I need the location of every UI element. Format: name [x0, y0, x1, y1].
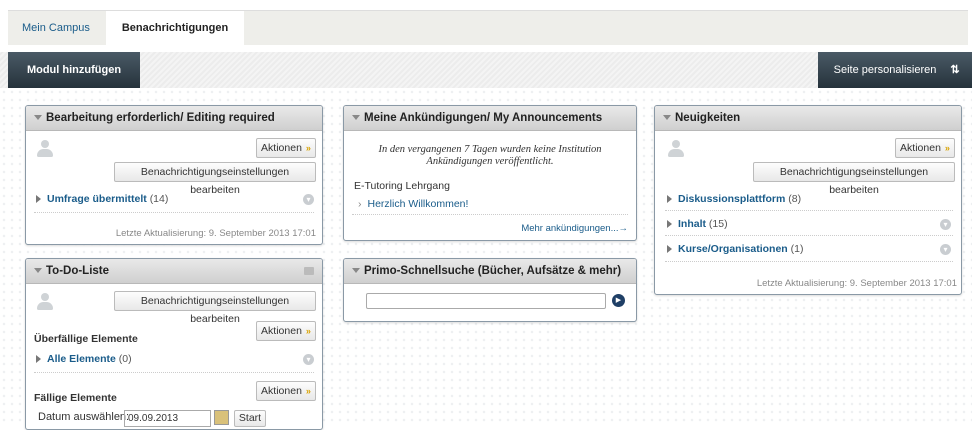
- item-count: (1): [790, 243, 804, 255]
- expand-icon[interactable]: [667, 195, 672, 204]
- module-title: Bearbeitung erforderlich/ Editing requir…: [46, 112, 275, 124]
- divider: [665, 210, 953, 211]
- expand-icon[interactable]: [667, 245, 672, 254]
- item-link[interactable]: Kurse/Organisationen: [678, 243, 788, 255]
- list-item[interactable]: Alle Elemente (0): [36, 353, 132, 365]
- actions-button[interactable]: Aktionen»: [256, 321, 316, 341]
- actions-label: Aktionen: [261, 325, 302, 337]
- notification-settings-button[interactable]: Benachrichtigungseinstellungen bearbeite…: [114, 291, 316, 325]
- module-todo-list: To-Do-Liste Benachrichtigungseinstellung…: [25, 258, 323, 430]
- chevron-right-icon: ›: [358, 198, 362, 210]
- page-toolbar: Modul hinzufügen Seite personalisieren ⇅: [0, 52, 972, 88]
- tab-strip: Mein Campus Benachrichtigungen: [8, 10, 968, 45]
- item-count: (15): [708, 218, 728, 230]
- actions-button[interactable]: Aktionen»: [895, 138, 955, 158]
- announcement-item[interactable]: › Herzlich Willkommen!: [358, 198, 468, 210]
- item-count: (14): [149, 193, 169, 205]
- add-module-button[interactable]: Modul hinzufügen: [8, 52, 140, 88]
- chevron-down-icon: »: [305, 326, 311, 336]
- module-header[interactable]: Primo-Schnellsuche (Bücher, Aufsätze & m…: [344, 259, 636, 284]
- no-announcements-note: In den vergangenen 7 Tagen wurden keine …: [378, 144, 602, 167]
- collapse-icon[interactable]: [663, 115, 671, 121]
- chevron-down-icon[interactable]: ▾: [303, 194, 314, 205]
- personalize-page-button[interactable]: Seite personalisieren: [818, 52, 952, 88]
- avatar-icon: [36, 293, 54, 311]
- announcement-link[interactable]: Herzlich Willkommen!: [368, 198, 469, 210]
- calendar-icon[interactable]: [214, 410, 229, 425]
- chevron-down-icon[interactable]: ▾: [940, 219, 951, 230]
- chevron-down-icon: »: [305, 143, 311, 153]
- tab-bar: Mein Campus Benachrichtigungen: [0, 0, 972, 45]
- collapse-icon[interactable]: [34, 268, 42, 274]
- item-link[interactable]: Diskussionsplattform: [678, 193, 785, 205]
- item-link[interactable]: Alle Elemente: [47, 353, 116, 365]
- item-link[interactable]: Umfrage übermittelt: [47, 193, 147, 205]
- expand-icon[interactable]: [36, 355, 41, 364]
- module-title: To-Do-Liste: [46, 265, 110, 277]
- item-link[interactable]: Inhalt: [678, 218, 706, 230]
- avatar-icon: [36, 140, 54, 158]
- start-button[interactable]: Start: [234, 410, 266, 427]
- list-item[interactable]: Kurse/Organisationen (1): [667, 243, 803, 255]
- actions-label: Aktionen: [261, 142, 302, 154]
- sort-icon[interactable]: ⇅: [938, 52, 972, 88]
- collapse-icon[interactable]: [352, 268, 360, 274]
- module-primo-search: Primo-Schnellsuche (Bücher, Aufsätze & m…: [343, 258, 637, 322]
- module-title: Meine Ankündigungen/ My Announcements: [364, 112, 603, 124]
- item-count: (0): [118, 353, 132, 365]
- list-item[interactable]: Diskussionsplattform (8): [667, 193, 801, 205]
- notification-settings-button[interactable]: Benachrichtigungseinstellungen bearbeite…: [114, 162, 316, 196]
- divider: [665, 261, 953, 262]
- divider: [34, 212, 314, 213]
- tab-benachrichtigungen[interactable]: Benachrichtigungen: [106, 11, 244, 45]
- course-title: E-Tutoring Lehrgang: [354, 180, 450, 192]
- module-header[interactable]: To-Do-Liste: [26, 259, 322, 284]
- divider: [352, 214, 628, 215]
- notification-settings-button[interactable]: Benachrichtigungseinstellungen bearbeite…: [753, 162, 955, 196]
- date-select-label: Datum auswählen:: [38, 411, 130, 423]
- module-title: Neuigkeiten: [675, 112, 741, 124]
- actions-label: Aktionen: [900, 142, 941, 154]
- avatar-icon: [667, 140, 685, 158]
- date-input[interactable]: 09.09.2013: [124, 410, 211, 427]
- actions-button[interactable]: Aktionen»: [256, 381, 316, 401]
- chevron-down-icon: »: [944, 143, 950, 153]
- last-update-text: Letzte Aktualisierung: 9. September 2013…: [756, 278, 957, 289]
- item-count: (8): [788, 193, 802, 205]
- overdue-section-title: Überfällige Elemente: [34, 333, 138, 345]
- more-announcements-link[interactable]: Mehr ankündigungen...→: [521, 223, 628, 234]
- list-item[interactable]: Umfrage übermittelt (14): [36, 193, 168, 205]
- module-announcements: Meine Ankündigungen/ My Announcements In…: [343, 105, 637, 241]
- module-header[interactable]: Neuigkeiten: [655, 106, 961, 131]
- list-item[interactable]: Inhalt (15): [667, 218, 728, 230]
- collapse-icon[interactable]: [34, 115, 42, 121]
- chevron-down-icon[interactable]: ▾: [940, 244, 951, 255]
- divider: [665, 235, 953, 236]
- chevron-down-icon: »: [305, 386, 311, 396]
- actions-label: Aktionen: [261, 385, 302, 397]
- divider: [34, 372, 314, 373]
- collapse-icon[interactable]: [352, 115, 360, 121]
- expand-icon[interactable]: [667, 220, 672, 229]
- tab-mein-campus[interactable]: Mein Campus: [8, 11, 104, 45]
- module-title: Primo-Schnellsuche (Bücher, Aufsätze & m…: [364, 265, 622, 277]
- module-editing-required: Bearbeitung erforderlich/ Editing requir…: [25, 105, 323, 245]
- module-header[interactable]: Meine Ankündigungen/ My Announcements: [344, 106, 636, 131]
- expand-icon[interactable]: [36, 195, 41, 204]
- module-menu-icon[interactable]: [304, 267, 314, 275]
- actions-button[interactable]: Aktionen»: [256, 138, 316, 158]
- chevron-down-icon[interactable]: ▾: [303, 354, 314, 365]
- module-header[interactable]: Bearbeitung erforderlich/ Editing requir…: [26, 106, 322, 131]
- search-go-icon[interactable]: ▶: [612, 294, 625, 307]
- due-section-title: Fällige Elemente: [34, 392, 117, 404]
- module-area: Bearbeitung erforderlich/ Editing requir…: [0, 88, 972, 430]
- last-update-text: Letzte Aktualisierung: 9. September 2013…: [115, 228, 316, 239]
- search-input[interactable]: [366, 293, 606, 309]
- module-news: Neuigkeiten Aktionen» Benachrichtigungse…: [654, 105, 962, 295]
